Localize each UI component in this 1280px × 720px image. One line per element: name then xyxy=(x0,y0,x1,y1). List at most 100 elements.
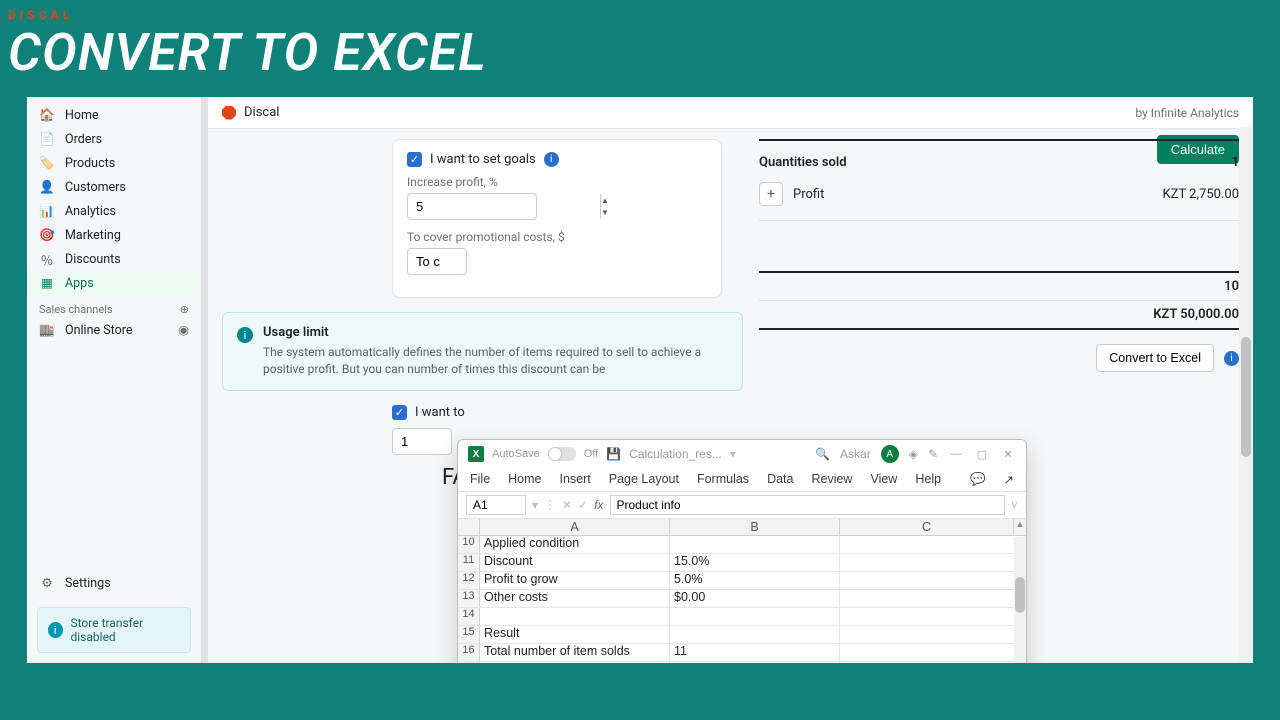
fx-icon[interactable]: fx xyxy=(594,498,603,512)
cell[interactable] xyxy=(840,644,1026,661)
col-header-b[interactable]: B xyxy=(670,519,840,535)
cell[interactable] xyxy=(840,572,1026,589)
tab-file[interactable]: File xyxy=(470,472,490,487)
autosave-toggle[interactable] xyxy=(548,447,576,461)
sidebar-item-orders[interactable]: 📄Orders xyxy=(27,127,201,151)
spreadsheet-grid[interactable]: A B C ▲ 10Applied condition11Discount15.… xyxy=(458,519,1026,663)
step-up[interactable]: ▲ xyxy=(601,194,609,207)
cell[interactable] xyxy=(840,608,1026,625)
increase-profit-input[interactable] xyxy=(408,194,600,219)
info-icon[interactable]: i xyxy=(1224,351,1239,366)
cell[interactable] xyxy=(670,536,840,553)
limit-checkbox[interactable]: ✓ xyxy=(392,405,407,420)
excel-titlebar[interactable]: X AutoSave Off 💾 Calculation_res... ▾ 🔍 … xyxy=(458,440,1026,468)
sidebar-item-discounts[interactable]: ％Discounts xyxy=(27,247,201,271)
step-down[interactable]: ▼ xyxy=(601,207,609,220)
tab-page-layout[interactable]: Page Layout xyxy=(609,472,679,487)
scrollbar-thumb[interactable] xyxy=(1241,337,1251,457)
convert-to-excel-button[interactable]: Convert to Excel xyxy=(1096,344,1214,372)
grid-scrollbar[interactable] xyxy=(1014,537,1026,663)
cell[interactable]: Profit to grow xyxy=(480,572,670,589)
cell[interactable] xyxy=(670,626,840,643)
sidebar-item-marketing[interactable]: 🎯Marketing xyxy=(27,223,201,247)
row-header[interactable]: 10 xyxy=(458,536,480,553)
cell[interactable] xyxy=(480,608,670,625)
sidebar-item-apps[interactable]: ▦Apps xyxy=(27,271,201,295)
cell[interactable] xyxy=(840,554,1026,571)
maximize-button[interactable]: ▢ xyxy=(974,446,990,462)
close-button[interactable]: ✕ xyxy=(1000,446,1016,462)
cell[interactable] xyxy=(840,662,1026,663)
excel-filename[interactable]: Calculation_res... xyxy=(629,447,722,461)
tab-view[interactable]: View xyxy=(870,472,897,487)
sidebar-item-online-store[interactable]: 🏬 Online Store ◉ xyxy=(27,318,201,342)
row-header[interactable]: 17 xyxy=(458,662,480,663)
row-header[interactable]: 14 xyxy=(458,608,480,625)
diamond-icon[interactable]: ◈ xyxy=(909,447,918,461)
chevron-down-icon[interactable]: ▾ xyxy=(532,498,538,512)
row-header[interactable]: 13 xyxy=(458,590,480,607)
cancel-icon[interactable]: ✕ xyxy=(562,498,572,512)
grid-row[interactable]: 12Profit to grow5.0% xyxy=(458,572,1026,590)
row-header[interactable]: 16 xyxy=(458,644,480,661)
sidebar-item-products[interactable]: 🏷️Products xyxy=(27,151,201,175)
cell[interactable] xyxy=(840,626,1026,643)
expand-profit-button[interactable]: + xyxy=(759,182,783,206)
cell[interactable]: 11 xyxy=(670,644,840,661)
tab-help[interactable]: Help xyxy=(915,472,941,487)
cell[interactable] xyxy=(670,608,840,625)
col-header-c[interactable]: C xyxy=(840,519,1014,535)
user-avatar[interactable]: A xyxy=(881,445,899,463)
main-scrollbar[interactable] xyxy=(1239,127,1253,663)
view-store-icon[interactable]: ◉ xyxy=(178,322,189,338)
tab-formulas[interactable]: Formulas xyxy=(697,472,749,487)
info-icon[interactable]: i xyxy=(544,152,559,167)
save-icon[interactable]: 💾 xyxy=(606,447,621,461)
sidebar-item-settings[interactable]: ⚙ Settings xyxy=(27,569,201,597)
grid-row[interactable]: 14 xyxy=(458,608,1026,626)
cell[interactable]: Other costs xyxy=(480,590,670,607)
cell-reference-input[interactable] xyxy=(466,495,526,515)
cell[interactable]: Discount xyxy=(480,554,670,571)
search-icon[interactable]: 🔍 xyxy=(815,447,830,461)
tab-home[interactable]: Home xyxy=(508,472,541,487)
grid-row[interactable]: 11Discount15.0% xyxy=(458,554,1026,572)
row-header[interactable]: 12 xyxy=(458,572,480,589)
cell[interactable] xyxy=(840,536,1026,553)
cell[interactable]: Result xyxy=(480,626,670,643)
grid-row[interactable]: 17Total sales$162,750.00 xyxy=(458,662,1026,663)
row-header[interactable]: 11 xyxy=(458,554,480,571)
row-header[interactable]: 15 xyxy=(458,626,480,643)
goals-checkbox[interactable]: ✓ xyxy=(407,152,422,167)
comments-icon[interactable]: 💬 xyxy=(970,472,986,487)
share-icon[interactable]: ↗ xyxy=(1004,472,1014,487)
pen-icon[interactable]: ✎ xyxy=(928,447,938,461)
cell[interactable]: Applied condition xyxy=(480,536,670,553)
cell[interactable]: 15.0% xyxy=(670,554,840,571)
sidebar-item-customers[interactable]: 👤Customers xyxy=(27,175,201,199)
add-channel-icon[interactable]: ⊕ xyxy=(180,303,189,316)
cell[interactable]: 5.0% xyxy=(670,572,840,589)
grid-row[interactable]: 13Other costs$0.00 xyxy=(458,590,1026,608)
tab-data[interactable]: Data xyxy=(767,472,793,487)
cell[interactable]: $162,750.00 xyxy=(670,662,840,663)
grid-row[interactable]: 16Total number of item solds11 xyxy=(458,644,1026,662)
tab-review[interactable]: Review xyxy=(811,472,852,487)
grid-row[interactable]: 15Result xyxy=(458,626,1026,644)
expand-formula-icon[interactable]: ˅ xyxy=(1011,498,1018,512)
tab-insert[interactable]: Insert xyxy=(560,472,591,487)
formula-input[interactable] xyxy=(610,495,1005,515)
cell[interactable]: $0.00 xyxy=(670,590,840,607)
chevron-down-icon[interactable]: ▾ xyxy=(730,447,736,461)
sidebar-item-home[interactable]: 🏠Home xyxy=(27,103,201,127)
col-header-a[interactable]: A xyxy=(480,519,670,535)
cell[interactable]: Total sales xyxy=(480,662,670,663)
grid-row[interactable]: 10Applied condition xyxy=(458,536,1026,554)
sidebar-item-analytics[interactable]: 📊Analytics xyxy=(27,199,201,223)
scrollbar-thumb[interactable] xyxy=(1015,577,1025,613)
cell[interactable] xyxy=(840,590,1026,607)
cell[interactable]: Total number of item solds xyxy=(480,644,670,661)
minimize-button[interactable]: — xyxy=(948,446,964,462)
accept-icon[interactable]: ✓ xyxy=(578,498,588,512)
cover-costs-input[interactable] xyxy=(408,249,600,274)
